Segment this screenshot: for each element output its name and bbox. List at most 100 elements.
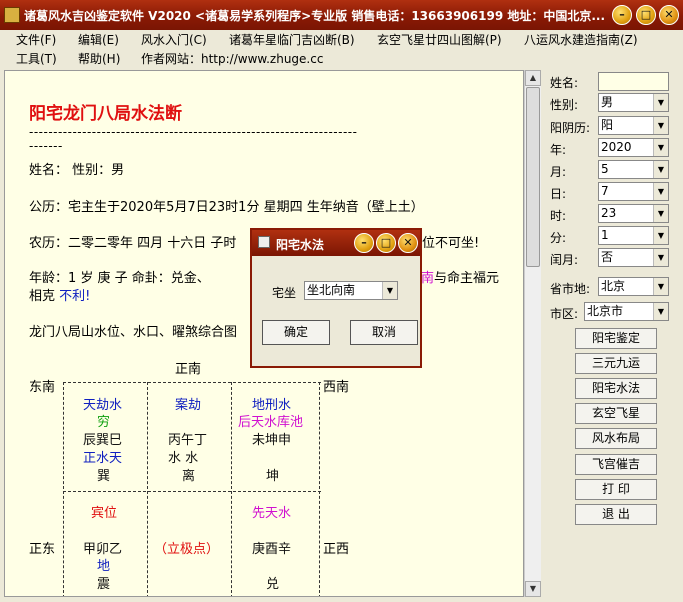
menu-file[interactable]: 文件(F): [16, 31, 56, 48]
year-label: 年:: [550, 143, 567, 157]
minute-label: 分:: [550, 231, 567, 245]
divider: ----------------------------------------…: [29, 125, 358, 139]
xuankong-feixing-button[interactable]: 玄空飞星: [575, 403, 657, 424]
input-panel: 姓名: 性别: 男 ▼ 阳阴历: 阳 ▼ 年: 2020 ▼ 月: 5 ▼ 日: 7 ▼ …: [542, 70, 683, 597]
window-title: 诸葛风水吉凶鉴定软件 V2020 <诸葛易学系列程序>专业版 销售电话：1366…: [24, 9, 606, 23]
cell-s-c: 丙午丁: [168, 433, 208, 448]
grid-top-line: [63, 382, 321, 383]
month-value: 5: [601, 162, 609, 176]
dir-south: 正南: [175, 362, 202, 377]
scroll-thumb[interactable]: [526, 87, 540, 267]
house-sit-select[interactable]: 坐北向南 ▼: [304, 281, 398, 300]
chevron-down-icon[interactable]: ▼: [653, 227, 668, 244]
age-line2-text: 相克: [29, 289, 60, 304]
name-label: 姓名:: [550, 76, 579, 90]
leap-label: 闰月:: [550, 253, 579, 267]
hour-label: 时:: [550, 209, 567, 223]
grid-v1: [63, 382, 64, 596]
leap-value: 否: [601, 250, 614, 264]
day-select[interactable]: 7 ▼: [598, 182, 669, 201]
province-select[interactable]: 北京 ▼: [598, 277, 669, 296]
chevron-down-icon[interactable]: ▼: [653, 139, 668, 156]
chevron-down-icon[interactable]: ▼: [653, 303, 668, 320]
menu-eight-period[interactable]: 八运风水建造指南(Z): [524, 31, 638, 48]
ok-button[interactable]: 确定: [262, 320, 330, 345]
yangzhai-water-button[interactable]: 阳宅水法: [575, 378, 657, 399]
grid-v2: [147, 382, 148, 596]
cell-e-a: 宾位: [91, 506, 118, 521]
yangzhai-assess-button[interactable]: 阳宅鉴定: [575, 328, 657, 349]
menu-year-star[interactable]: 诸葛年星临门吉凶断(B): [229, 31, 355, 48]
cell-se-b: 穷: [97, 415, 111, 430]
dialog-title: 阳宅水法: [276, 238, 325, 252]
age-line2: 相克 不利!: [29, 285, 90, 304]
report-title: 阳宅龙门八局水法断: [29, 104, 182, 124]
house-sit-label: 宅坐: [272, 286, 297, 300]
menu-author-site[interactable]: 作者网站：http://www.zhuge.cc: [141, 50, 323, 67]
age-line: 年龄：1 岁 庚 子 命卦：兑金、: [29, 271, 210, 286]
year-value: 2020: [601, 140, 632, 154]
close-button[interactable]: ✕: [659, 5, 679, 25]
month-select[interactable]: 5 ▼: [598, 160, 669, 179]
sanyuan-jiuyun-button[interactable]: 三元九运: [575, 353, 657, 374]
name-input[interactable]: [598, 72, 669, 91]
chevron-down-icon[interactable]: ▼: [653, 249, 668, 266]
content-scrollbar[interactable]: ▲ ▼: [524, 70, 541, 597]
scroll-up-icon[interactable]: ▲: [525, 70, 541, 86]
year-select[interactable]: 2020 ▼: [598, 138, 669, 157]
hour-value: 23: [601, 206, 617, 220]
calendar-label: 阳阴历:: [550, 121, 591, 135]
gender-value: 男: [601, 95, 614, 109]
menu-help[interactable]: 帮助(H): [78, 50, 120, 67]
cancel-button[interactable]: 取消: [350, 320, 418, 345]
name-line: 姓名： 性别：男: [29, 163, 125, 178]
cell-w-a: 先天水: [252, 506, 292, 521]
menu-tools[interactable]: 工具(T): [16, 50, 57, 67]
cell-w-c: 庚酉辛: [252, 542, 292, 557]
day-label: 日:: [550, 187, 567, 201]
chevron-down-icon[interactable]: ▼: [653, 278, 668, 295]
hour-select[interactable]: 23 ▼: [598, 204, 669, 223]
gender-select[interactable]: 男 ▼: [598, 93, 669, 112]
minimize-button[interactable]: –: [612, 5, 632, 25]
maximize-button[interactable]: □: [636, 5, 656, 25]
cell-sw-c: 未坤申: [252, 433, 292, 448]
chevron-down-icon[interactable]: ▼: [382, 282, 397, 299]
dialog-close-button[interactable]: ✕: [398, 233, 418, 253]
cell-se-c: 辰巽巳: [83, 433, 123, 448]
lunar-tail: 位不可坐!: [422, 236, 480, 251]
calendar-value: 阳: [601, 118, 614, 132]
feigong-cuiji-button[interactable]: 飞宫催吉: [575, 454, 657, 475]
water-method-dialog: 阳宅水法 – □ ✕ 宅坐 坐北向南 ▼ 确定 取消: [250, 228, 422, 368]
leap-select[interactable]: 否 ▼: [598, 248, 669, 267]
chevron-down-icon[interactable]: ▼: [653, 183, 668, 200]
menu-edit[interactable]: 编辑(E): [78, 31, 119, 48]
cell-e-e: 震: [97, 577, 111, 592]
day-value: 7: [601, 184, 609, 198]
title-bar: 诸葛风水吉凶鉴定软件 V2020 <诸葛易学系列程序>专业版 销售电话：1366…: [0, 0, 683, 30]
scroll-down-icon[interactable]: ▼: [525, 581, 541, 597]
grid-v3: [231, 382, 232, 596]
menu-bar: 文件(F) 编辑(E) 风水入门(C) 诸葛年星临门吉凶断(B) 玄空飞星廿四山…: [0, 30, 683, 68]
minute-select[interactable]: 1 ▼: [598, 226, 669, 245]
cell-s-a: 案劫: [175, 398, 202, 413]
grid-mid-line: [63, 491, 321, 492]
chevron-down-icon[interactable]: ▼: [653, 161, 668, 178]
house-sit-value: 坐北向南: [307, 283, 356, 297]
chevron-down-icon[interactable]: ▼: [653, 117, 668, 134]
print-button[interactable]: 打 印: [575, 479, 657, 500]
calendar-select[interactable]: 阳 ▼: [598, 116, 669, 135]
district-select[interactable]: 北京市 ▼: [584, 302, 669, 321]
chevron-down-icon[interactable]: ▼: [653, 205, 668, 222]
cell-e-d: 地: [97, 559, 111, 574]
dialog-maximize-button[interactable]: □: [376, 233, 396, 253]
dialog-minimize-button[interactable]: –: [354, 233, 374, 253]
cell-s-d: 水 水: [168, 451, 199, 466]
menu-xuankong[interactable]: 玄空飞星廿四山图解(P): [377, 31, 502, 48]
chevron-down-icon[interactable]: ▼: [653, 94, 668, 111]
menu-fengshui-intro[interactable]: 风水入门(C): [141, 31, 207, 48]
exit-button[interactable]: 退 出: [575, 504, 657, 525]
lunar-line: 农历：二零二零年 四月 十六日 子时: [29, 236, 237, 251]
fengshui-layout-button[interactable]: 风水布局: [575, 428, 657, 449]
grid-v4: [319, 382, 320, 596]
